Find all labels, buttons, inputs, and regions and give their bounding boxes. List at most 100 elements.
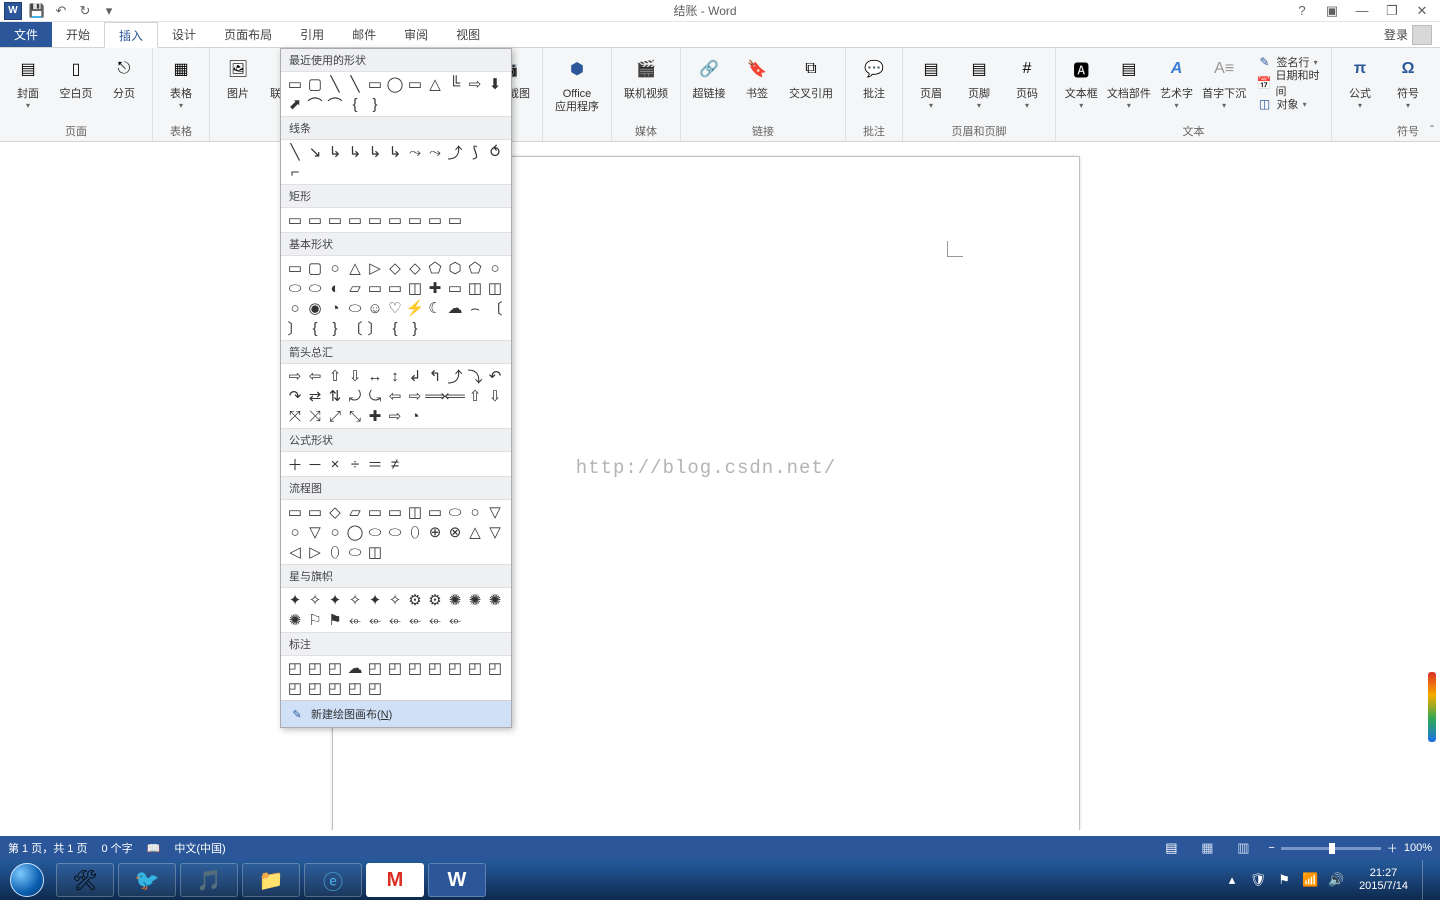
shape-item[interactable]: ◉ <box>305 298 325 318</box>
tray-volume-icon[interactable]: 🔊 <box>1327 871 1345 889</box>
shape-item[interactable]: ▭ <box>305 502 325 522</box>
shape-item[interactable]: ⇨ <box>385 406 405 426</box>
shape-item[interactable]: ╲ <box>285 142 305 162</box>
shape-item[interactable]: △ <box>425 74 445 94</box>
shape-item[interactable]: ▭ <box>345 210 365 230</box>
shape-item[interactable]: ▭ <box>285 258 305 278</box>
shape-item[interactable]: ⌒ <box>305 94 325 114</box>
shape-item[interactable]: ✚ <box>365 406 385 426</box>
shape-item[interactable]: ⇦ <box>385 386 405 406</box>
shape-item[interactable]: ◇ <box>405 258 425 278</box>
tab-insert[interactable]: 插入 <box>104 22 158 48</box>
shape-item[interactable]: ◯ <box>385 74 405 94</box>
taskbar-media-icon[interactable]: 🎵 <box>180 863 238 897</box>
shape-item[interactable]: ▭ <box>385 278 405 298</box>
shape-item[interactable]: ⚑ <box>325 610 345 630</box>
status-page[interactable]: 第 1 页，共 1 页 <box>8 840 87 856</box>
shape-item[interactable]: ✺ <box>285 610 305 630</box>
shape-item[interactable]: ○ <box>485 258 505 278</box>
shape-item[interactable]: ⌢ <box>465 298 485 318</box>
shape-item[interactable]: { <box>305 318 325 338</box>
shape-item[interactable]: ▭ <box>285 502 305 522</box>
cross-reference-button[interactable]: ⧉交叉引用 <box>783 50 839 103</box>
shape-item[interactable]: ◔ <box>405 406 425 426</box>
tab-review[interactable]: 审阅 <box>390 22 442 47</box>
shape-item[interactable]: ↰ <box>425 366 445 386</box>
shape-item[interactable]: ◰ <box>305 658 325 678</box>
shape-item[interactable]: ⬰ <box>365 610 385 630</box>
shape-item[interactable]: } <box>365 94 385 114</box>
shape-item[interactable]: ⊕ <box>425 522 445 542</box>
qa-customize-icon[interactable]: ▾ <box>100 2 118 20</box>
shape-item[interactable]: ⬯ <box>325 542 345 562</box>
restore-icon[interactable]: ❐ <box>1382 1 1402 21</box>
pictures-button[interactable]: 🖼图片 <box>216 50 260 103</box>
drop-cap-button[interactable]: A≡首字下沉▾ <box>1200 50 1249 112</box>
shape-item[interactable]: ▭ <box>405 210 425 230</box>
shape-item[interactable]: ▭ <box>385 502 405 522</box>
shape-item[interactable]: ⚡ <box>405 298 425 318</box>
shape-item[interactable]: ▭ <box>365 210 385 230</box>
shape-item[interactable]: ⇨ <box>285 366 305 386</box>
shape-item[interactable]: ▭ <box>305 210 325 230</box>
shape-item[interactable]: ⇩ <box>485 386 505 406</box>
shape-item[interactable]: ↘ <box>305 142 325 162</box>
shape-item[interactable]: ⤿ <box>365 386 385 406</box>
online-video-button[interactable]: 🎬联机视频 <box>618 50 674 103</box>
shape-item[interactable]: ⇨ <box>405 386 425 406</box>
shape-item[interactable]: ⌐ <box>285 162 305 182</box>
shape-item[interactable]: ○ <box>325 522 345 542</box>
shape-item[interactable]: ⊗ <box>445 522 465 542</box>
shape-item[interactable]: ☺ <box>365 298 385 318</box>
collapse-ribbon-icon[interactable]: ˆ <box>1430 123 1434 137</box>
shape-item[interactable]: 〔 <box>485 298 505 318</box>
zoom-slider[interactable] <box>1281 847 1381 850</box>
taskbar-explorer-icon[interactable]: 📁 <box>242 863 300 897</box>
shape-item[interactable]: ↕ <box>385 366 405 386</box>
shape-item[interactable]: ◰ <box>325 658 345 678</box>
shape-item[interactable]: ⬠ <box>465 258 485 278</box>
start-button[interactable] <box>0 860 54 900</box>
shape-item[interactable]: ▽ <box>485 502 505 522</box>
shape-item[interactable]: ⚙ <box>405 590 425 610</box>
tray-expand-icon[interactable]: ▴ <box>1223 871 1241 889</box>
shape-item[interactable]: ◰ <box>305 678 325 698</box>
shape-item[interactable]: ▭ <box>365 502 385 522</box>
shape-item[interactable]: ↷ <box>285 386 305 406</box>
taskbar-bird-icon[interactable]: 🐦 <box>118 863 176 897</box>
shape-item[interactable]: ▢ <box>305 74 325 94</box>
tab-view[interactable]: 视图 <box>442 22 494 47</box>
undo-icon[interactable]: ↶ <box>52 2 70 20</box>
taskbar-ie-icon[interactable]: ⓔ <box>304 863 362 897</box>
shape-item[interactable]: ↳ <box>345 142 365 162</box>
shape-item[interactable]: ⬭ <box>285 278 305 298</box>
shape-item[interactable]: ▭ <box>425 210 445 230</box>
shape-item[interactable]: ▽ <box>485 522 505 542</box>
shape-item[interactable]: ◰ <box>405 658 425 678</box>
shape-item[interactable]: 〔 <box>345 318 365 338</box>
shape-item[interactable]: ⬭ <box>345 542 365 562</box>
shape-item[interactable]: { <box>345 94 365 114</box>
page-number-button[interactable]: #页码▾ <box>1005 50 1049 112</box>
header-button[interactable]: ▤页眉▾ <box>909 50 953 112</box>
status-language[interactable]: 中文(中国) <box>174 840 225 856</box>
shape-item[interactable]: ☁ <box>345 658 365 678</box>
help-icon[interactable]: ? <box>1292 1 1312 21</box>
shape-item[interactable]: ⬭ <box>445 502 465 522</box>
textbox-button[interactable]: 🅰文本框▾ <box>1062 50 1100 112</box>
wordart-button[interactable]: A艺术字▾ <box>1157 50 1195 112</box>
shape-item[interactable]: ▭ <box>365 74 385 94</box>
shape-item[interactable]: × <box>325 454 345 474</box>
shape-item[interactable]: ○ <box>465 502 485 522</box>
hyperlink-button[interactable]: 🔗超链接 <box>687 50 731 103</box>
shape-item[interactable]: ✧ <box>385 590 405 610</box>
tab-references[interactable]: 引用 <box>286 22 338 47</box>
shape-item[interactable]: ⌒ <box>325 94 345 114</box>
minimize-icon[interactable]: — <box>1352 1 1372 21</box>
tray-shield-icon[interactable]: 🛡 <box>1249 871 1267 889</box>
shape-item[interactable]: ✦ <box>365 590 385 610</box>
shape-item[interactable]: ▭ <box>385 210 405 230</box>
shape-item[interactable]: ◇ <box>325 502 345 522</box>
shape-item[interactable]: ▭ <box>445 278 465 298</box>
shape-item[interactable]: ⇦ <box>305 366 325 386</box>
